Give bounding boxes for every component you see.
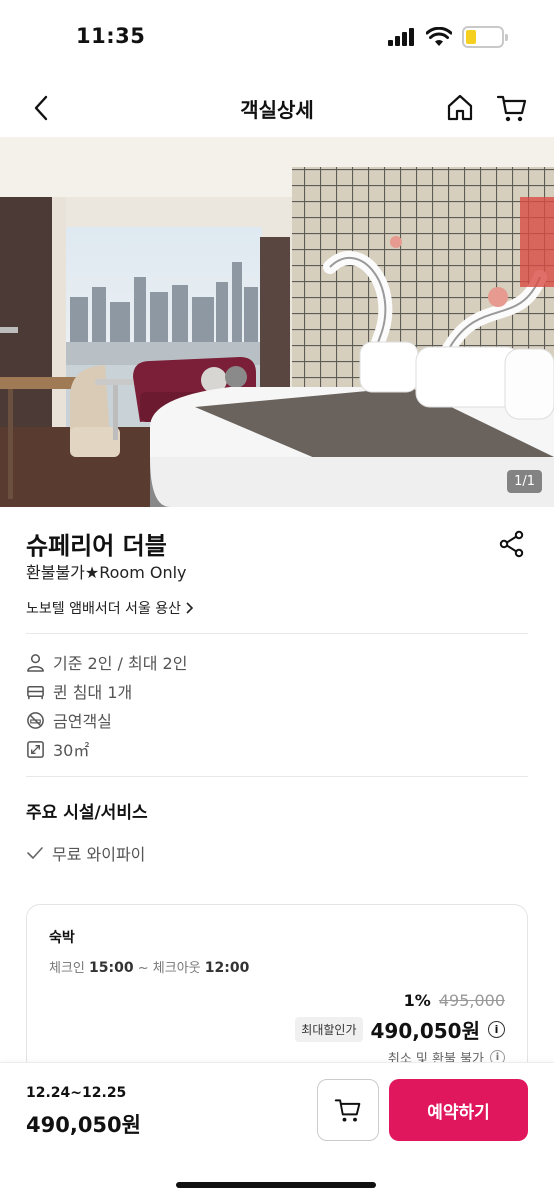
amenity-item: 무료 와이파이 [26, 841, 145, 865]
status-time: 11:35 [76, 24, 146, 48]
rate-type: 숙박 [49, 930, 75, 946]
add-to-cart-button[interactable] [317, 1079, 379, 1141]
home-button[interactable] [444, 92, 476, 124]
hotel-name: 노보텔 앰배서더 서울 용산 [26, 601, 182, 617]
book-button[interactable]: 예약하기 [389, 1079, 528, 1141]
spec-occupancy: 기준 2인 / 최대 2인 [26, 650, 187, 674]
photo-counter: 1/1 [507, 470, 542, 493]
spec-text: 기준 2인 / 최대 2인 [53, 654, 188, 673]
checkin-time: 15:00 [89, 960, 134, 976]
info-icon[interactable]: i [488, 1021, 505, 1038]
cellular-signal-icon [388, 28, 414, 46]
no-smoking-icon [27, 711, 44, 729]
discount-line: 1% 495,000 [404, 991, 505, 1010]
room-rate-plan: 환불불가★Room Only [26, 563, 187, 582]
checkout-label: 체크아웃 [152, 961, 201, 976]
date-range: 12.24~12.25 [26, 1085, 127, 1101]
original-price: 495,000 [438, 991, 505, 1010]
hotel-link[interactable]: 노보텔 앰배서더 서울 용산 [26, 598, 195, 618]
share-icon [499, 530, 524, 558]
home-icon [447, 94, 473, 121]
max-discount-badge: 최대할인가 [295, 1017, 363, 1042]
spec-text: 금연객실 [53, 712, 112, 731]
cart-icon [334, 1099, 361, 1122]
amenities-title: 주요 시설/서비스 [26, 803, 148, 823]
bottom-booking-bar: 12.24~12.25 490,050원 예약하기 [0, 1062, 554, 1200]
time-separator: ~ [137, 961, 149, 976]
spec-text: 퀸 침대 1개 [53, 683, 133, 702]
bed-icon [27, 685, 44, 699]
room-photo-gallery[interactable]: 1/1 [0, 137, 554, 507]
battery-icon [462, 26, 508, 48]
chevron-right-icon [186, 602, 194, 614]
room-name: 슈페리어 더블 [26, 532, 167, 560]
spec-area: 30㎡ [26, 737, 89, 761]
home-indicator [176, 1182, 376, 1188]
spec-smoking: 금연객실 [26, 708, 112, 732]
spec-bed: 퀸 침대 1개 [26, 679, 132, 703]
top-nav: 객실상세 [0, 80, 554, 136]
amenity-text: 무료 와이파이 [52, 845, 146, 864]
check-icon [27, 847, 43, 859]
total-price: 490,050원 [26, 1113, 141, 1137]
room-photo [0, 137, 554, 507]
check-times: 체크인 15:00 ~ 체크아웃 12:00 [49, 957, 249, 976]
wifi-icon [426, 27, 452, 46]
cart-icon [496, 95, 527, 122]
cart-button[interactable] [496, 92, 528, 124]
sale-price: 490,050원 [370, 1019, 481, 1043]
sale-price-line: 최대할인가 490,050원 i [295, 1015, 505, 1044]
status-bar: 11:35 [0, 0, 554, 76]
battery-level [466, 30, 477, 44]
checkin-label: 체크인 [49, 961, 85, 976]
share-button[interactable] [498, 530, 526, 558]
divider [26, 633, 528, 634]
spec-text: 30㎡ [53, 741, 90, 760]
status-icons [388, 26, 508, 48]
discount-percent: 1% [403, 991, 431, 1010]
person-icon [27, 653, 44, 672]
area-icon [27, 740, 44, 758]
checkout-time: 12:00 [204, 960, 250, 976]
divider [26, 776, 528, 777]
